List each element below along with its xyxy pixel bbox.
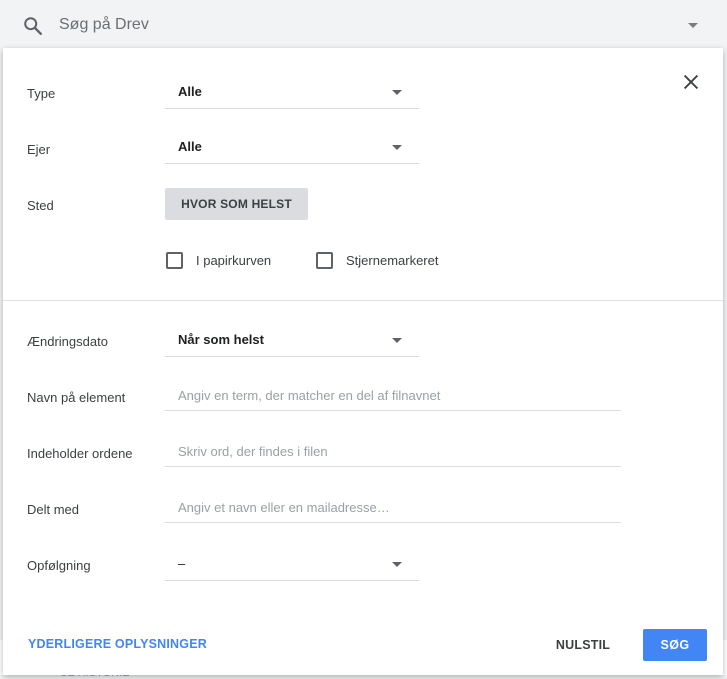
modified-date-label: Ændringsdato — [27, 334, 108, 349]
location-anywhere-chip[interactable]: HVOR SOM HELST — [165, 188, 308, 220]
type-select-value: Alle — [178, 84, 202, 99]
owner-label: Ejer — [27, 142, 51, 157]
modified-date-select[interactable]: Når som helst — [165, 325, 419, 357]
search-input[interactable]: Søg på Drev — [59, 16, 149, 34]
search-icon[interactable] — [22, 15, 44, 37]
shared-with-label: Delt med — [27, 502, 80, 517]
location-label: Sted — [27, 198, 54, 213]
in-trash-label: I papirkurven — [196, 253, 272, 268]
checkbox-box[interactable] — [166, 252, 183, 269]
owner-select[interactable]: Alle — [165, 132, 419, 164]
caret-down-icon — [392, 562, 402, 567]
search-options-caret-icon[interactable] — [688, 23, 698, 28]
modified-date-value: Når som helst — [178, 332, 264, 347]
follow-up-value: – — [178, 556, 186, 571]
follow-up-select[interactable]: – — [165, 549, 419, 581]
follow-up-label: Opfølgning — [27, 558, 91, 573]
item-name-label: Navn på element — [27, 390, 126, 405]
starred-label: Stjernemarkeret — [346, 253, 439, 268]
advanced-search-panel: Type Alle Ejer Alle Sted HVOR SOM HELST … — [3, 48, 723, 675]
item-name-input[interactable] — [165, 380, 621, 411]
shared-with-input[interactable] — [165, 492, 621, 523]
more-info-link[interactable]: YDERLIGERE OPLYSNINGER — [28, 637, 207, 651]
has-words-label: Indeholder ordene — [27, 446, 133, 461]
close-icon[interactable] — [680, 71, 702, 93]
caret-down-icon — [392, 90, 402, 95]
caret-down-icon — [392, 338, 402, 343]
type-label: Type — [27, 86, 56, 101]
in-trash-checkbox[interactable]: I papirkurven — [166, 252, 276, 270]
checkbox-box[interactable] — [316, 252, 333, 269]
search-button[interactable]: SØG — [643, 629, 707, 661]
has-words-input[interactable] — [165, 436, 621, 467]
starred-checkbox[interactable]: Stjernemarkeret — [316, 252, 446, 270]
reset-button[interactable]: NULSTIL — [548, 629, 618, 661]
section-divider — [3, 300, 723, 301]
owner-select-value: Alle — [178, 139, 202, 154]
type-select[interactable]: Alle — [165, 77, 419, 109]
caret-down-icon — [392, 145, 402, 150]
drive-search-bar[interactable]: Søg på Drev — [3, 2, 724, 48]
